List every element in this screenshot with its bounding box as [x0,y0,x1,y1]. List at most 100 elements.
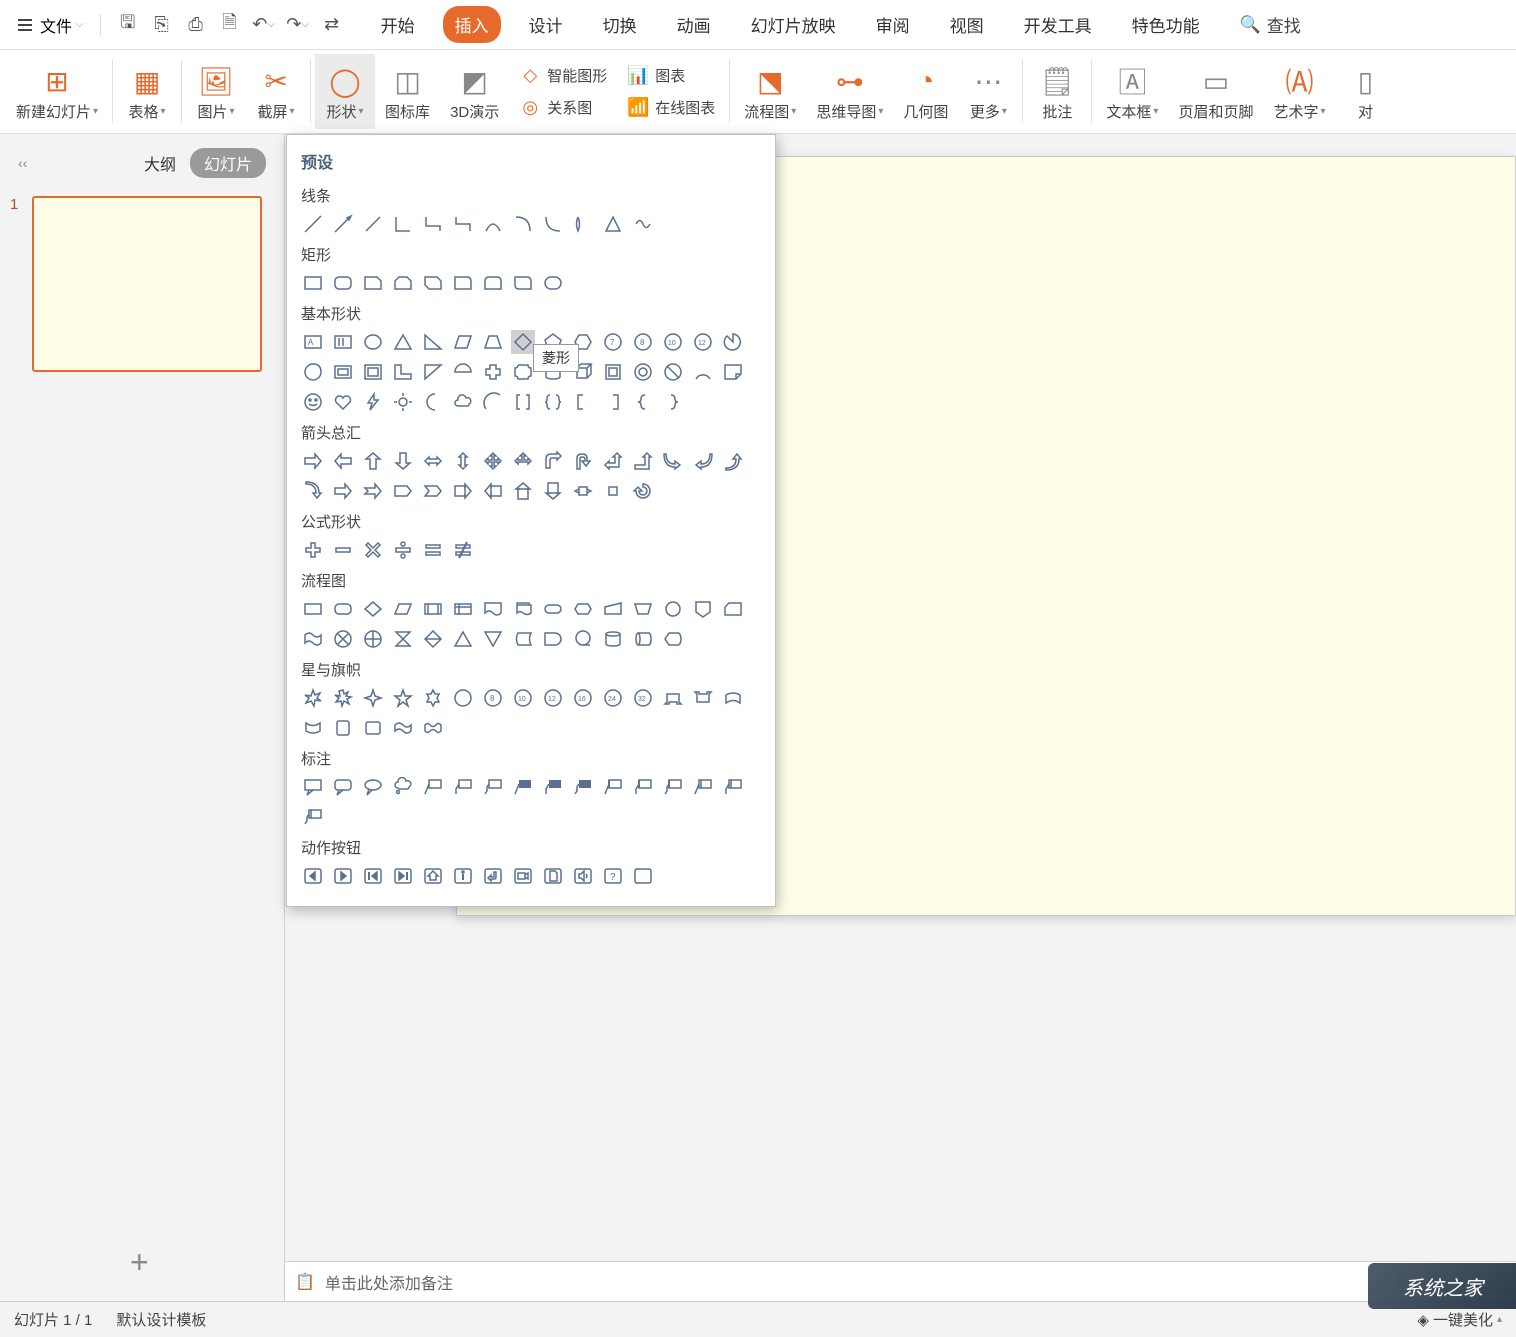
shape-callout-l[interactable] [481,479,505,503]
shape-callout-ba1[interactable] [691,775,715,799]
shape-button[interactable]: ◯ 形状▾ [315,54,375,129]
shape-star4[interactable] [361,686,385,710]
save-icon[interactable]: 🖫 [117,14,139,36]
shape-left-brace[interactable] [631,390,655,414]
shape-multiply[interactable] [361,538,385,562]
shape-plus[interactable] [481,360,505,384]
shape-callout-accent2[interactable] [541,775,565,799]
shape-round1-rect[interactable] [451,271,475,295]
shape-fc-merge[interactable] [481,627,505,651]
shape-callout-round[interactable] [331,775,355,799]
add-slide-button[interactable]: + [130,1244,149,1280]
shape-circular-arrow[interactable] [631,479,655,503]
shape-sun[interactable] [391,390,415,414]
image-button[interactable]: 🖼 图片▾ [186,54,246,129]
shape-fc-sort[interactable] [421,627,445,651]
shape-callout-accent3[interactable] [571,775,595,799]
shape-fc-extract[interactable] [451,627,475,651]
shape-not-equal[interactable] [451,538,475,562]
shape-callout-cloud[interactable] [391,775,415,799]
shape-action-sound[interactable] [571,864,595,888]
shape-fc-delay[interactable] [541,627,565,651]
shape-action-forward[interactable] [331,864,355,888]
shape-scribble[interactable] [601,212,625,236]
shape-arrow-notched[interactable] [361,479,385,503]
shape-fc-process[interactable] [301,597,325,621]
shape-callout-border1[interactable] [601,775,625,799]
shape-no-symbol[interactable] [661,360,685,384]
shape-action-return[interactable] [481,864,505,888]
shape-pie[interactable] [721,330,745,354]
shape-decagon[interactable]: 10 [661,330,685,354]
3d-button[interactable]: ◩ 3D演示 [440,54,509,129]
shape-curve[interactable] [481,212,505,236]
shape-line[interactable] [301,212,325,236]
shape-plus-sign[interactable] [301,538,325,562]
shape-arrow-curved-r[interactable] [661,449,685,473]
shape-callout-accent1[interactable] [511,775,535,799]
shape-callout-border2[interactable] [631,775,655,799]
tab-animation[interactable]: 动画 [665,6,723,43]
shape-action-document[interactable] [541,864,565,888]
shape-fc-direct[interactable] [631,627,655,651]
shape-arc[interactable] [691,360,715,384]
wordart-button[interactable]: 🄐 艺术字▾ [1263,54,1335,129]
shape-fc-offpage[interactable] [691,597,715,621]
shape-callout-ba2[interactable] [721,775,745,799]
table-button[interactable]: ▦ 表格▾ [117,54,177,129]
shape-action-blank[interactable] [631,864,655,888]
shape-fc-multidoc[interactable] [511,597,535,621]
shape-frame[interactable] [331,360,355,384]
redo-icon[interactable]: ↷⌵ [287,14,309,36]
shape-star24[interactable]: 24 [601,686,625,710]
shape-callout-ba3[interactable] [301,805,325,829]
shape-arrow-up[interactable] [361,449,385,473]
shape-arrow-quad[interactable] [481,449,505,473]
shape-folded-corner[interactable] [721,360,745,384]
online-chart-button[interactable]: 📶在线图表 [623,94,719,122]
shape-snip2-rect[interactable] [391,271,415,295]
shape-callout-u[interactable] [511,479,535,503]
shape-action-begin[interactable] [361,864,385,888]
shape-round-rect[interactable] [331,271,355,295]
shape-parallelogram[interactable] [451,330,475,354]
shape-oval[interactable] [361,330,385,354]
beautify-button[interactable]: ◈ 一键美化 ▴ [1417,1309,1502,1330]
shape-smiley[interactable] [301,390,325,414]
shape-star32[interactable]: 32 [631,686,655,710]
shape-arrow-3way[interactable] [511,449,535,473]
shape-arrow-ud[interactable] [451,449,475,473]
shape-fc-connector[interactable] [661,597,685,621]
shape-bracket[interactable] [511,390,535,414]
shape-rect[interactable] [301,271,325,295]
mindmap-button[interactable]: ⊶ 思维导图▾ [806,54,893,129]
shape-wave[interactable] [391,716,415,740]
shape-arrow-curved-d[interactable] [301,479,325,503]
shape-right-bracket[interactable] [601,390,625,414]
shape-star16[interactable]: 16 [571,686,595,710]
shape-action-back[interactable] [301,864,325,888]
shape-arrow-down[interactable] [391,449,415,473]
shape-curved-ribbon-up[interactable] [721,686,745,710]
shape-fc-manual-input[interactable] [601,597,625,621]
shape-fc-data[interactable] [391,597,415,621]
shape-double-wave[interactable] [421,716,445,740]
shape-callout-line1[interactable] [421,775,445,799]
header-footer-button[interactable]: ▭ 页眉和页脚 [1168,54,1263,129]
relation-button[interactable]: ◎关系图 [515,94,611,122]
shape-divide[interactable] [391,538,415,562]
chart-button[interactable]: 📊图表 [623,62,719,90]
shape-star6[interactable] [421,686,445,710]
shape-fc-card[interactable] [721,597,745,621]
shape-fc-seq-storage[interactable] [571,627,595,651]
shape-callout-d[interactable] [541,479,565,503]
shape-half-frame[interactable] [361,360,385,384]
shape-arrow-left[interactable] [331,449,355,473]
shape-arc2[interactable] [481,390,505,414]
shape-callout-r[interactable] [451,479,475,503]
tab-view[interactable]: 视图 [938,6,996,43]
symbol-button[interactable]: ▯ 对 [1336,54,1396,129]
shape-callout-line2[interactable] [451,775,475,799]
shape-round-diag-rect[interactable] [511,271,535,295]
shape-l-shape[interactable] [391,360,415,384]
